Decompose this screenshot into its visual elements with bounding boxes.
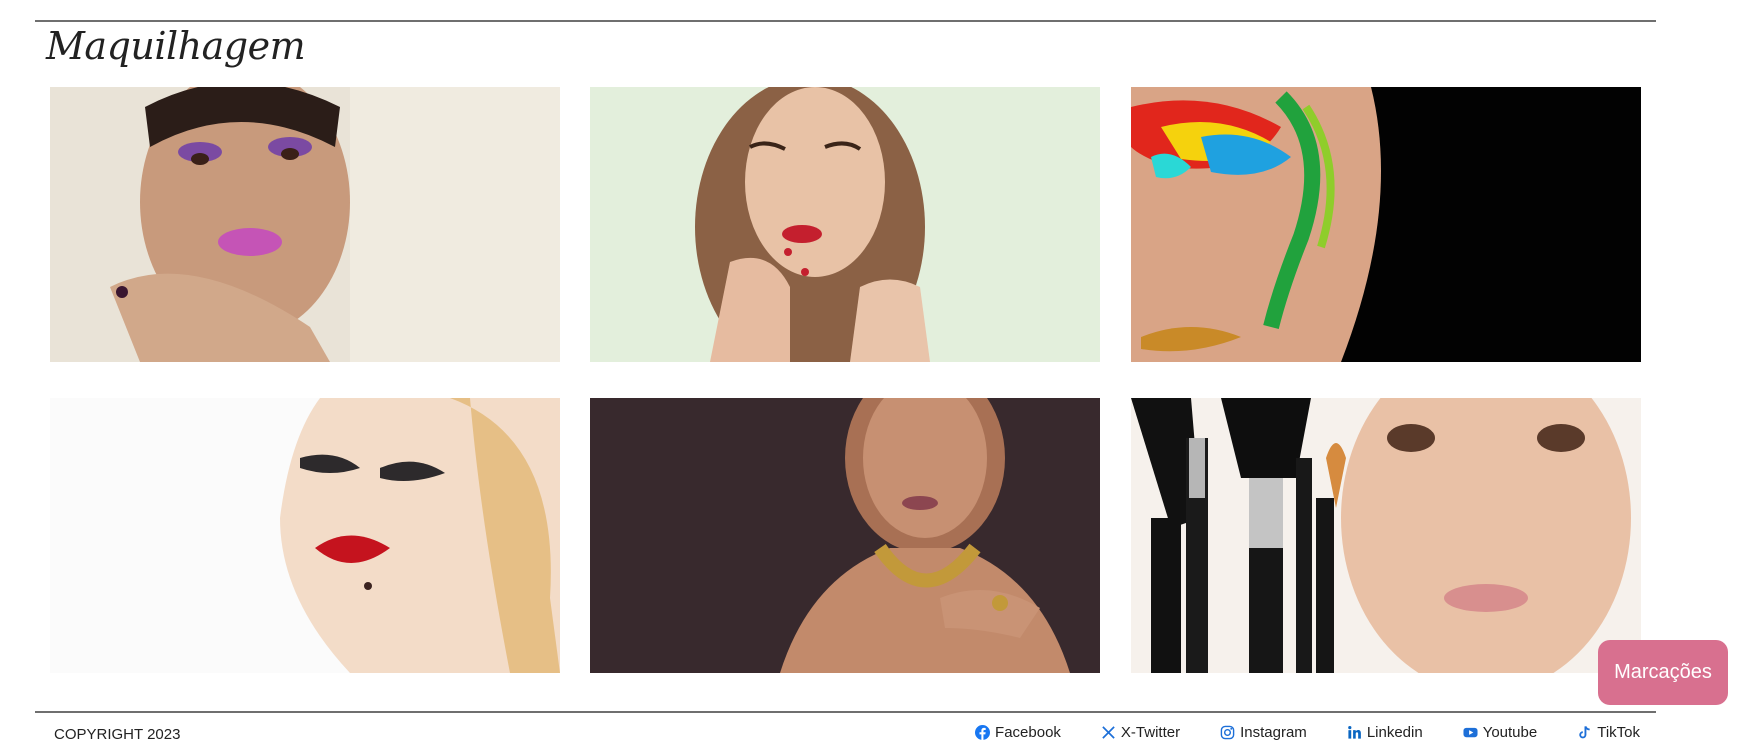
social-label: X-Twitter xyxy=(1120,724,1181,741)
booking-button[interactable]: Marcações xyxy=(1598,640,1728,705)
gallery-photo-red-lips-curls[interactable] xyxy=(590,87,1100,362)
youtube-icon xyxy=(1463,727,1478,738)
footer-divider xyxy=(35,711,1656,713)
social-label: TikTok xyxy=(1597,724,1640,741)
gallery-title: Maquilhagem xyxy=(46,24,306,68)
social-link-x-twitter[interactable]: X-Twitter xyxy=(1101,724,1180,741)
social-label: Facebook xyxy=(995,724,1061,741)
copyright-text: COPYRIGHT 2023 xyxy=(54,726,181,743)
social-label: Instagram xyxy=(1240,724,1307,741)
social-link-tiktok[interactable]: TikTok xyxy=(1577,724,1640,741)
social-link-instagram[interactable]: Instagram xyxy=(1220,724,1307,741)
gallery-photo-makeup-brushes[interactable] xyxy=(1131,398,1641,673)
gallery-photo-rainbow-eye[interactable] xyxy=(1131,87,1641,362)
social-label: Linkedin xyxy=(1366,724,1423,741)
social-link-facebook[interactable]: Facebook xyxy=(975,724,1061,741)
gallery-photo-gold-necklace[interactable] xyxy=(590,398,1100,673)
social-label: Youtube xyxy=(1482,724,1538,741)
social-link-linkedin[interactable]: Linkedin xyxy=(1347,724,1423,741)
facebook-icon xyxy=(975,725,991,740)
social-link-youtube[interactable]: Youtube xyxy=(1463,724,1538,741)
tiktok-icon xyxy=(1579,726,1590,739)
instagram-icon xyxy=(1220,725,1235,740)
gallery-photo-purple-eyeshadow[interactable] xyxy=(50,87,560,362)
social-links: Facebook X-Twitter Instagram Linkedin Yo… xyxy=(975,724,1640,741)
x-twitter-icon xyxy=(1102,726,1115,739)
linkedin-icon xyxy=(1348,726,1361,739)
header-divider xyxy=(35,20,1656,22)
gallery-photo-blonde-red-lips[interactable] xyxy=(50,398,560,673)
